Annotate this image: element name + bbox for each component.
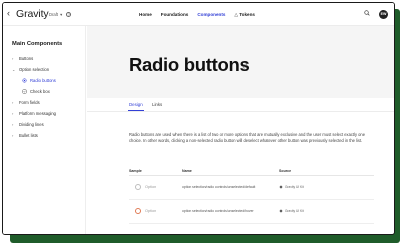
nav-tokens[interactable]: △ Tokens: [234, 12, 255, 18]
page-hero: Radio buttons: [87, 26, 394, 98]
app-logo[interactable]: Gravity: [16, 8, 49, 20]
sidebar: Main Components › Buttons ⌄ Option selec…: [3, 26, 86, 234]
table-header: Sample Name Source: [129, 168, 374, 176]
top-navigation-bar: ‹ Gravity Draft ▾ ? Home Foundations Com…: [3, 3, 394, 26]
primary-nav: Home Foundations Components △ Tokens: [139, 12, 255, 18]
tab-design[interactable]: Design: [129, 102, 143, 107]
source-label: Gravity UI Kit: [285, 184, 304, 189]
page-tabs: Design Links: [87, 98, 394, 112]
figma-icon: [279, 184, 283, 189]
chevron-right-icon: ›: [12, 122, 14, 127]
nav-tokens-label: Tokens: [239, 12, 255, 17]
avatar[interactable]: EW: [379, 10, 388, 19]
sidebar-subitem-label: Radio buttons: [30, 78, 56, 83]
app-window: ‹ Gravity Draft ▾ ? Home Foundations Com…: [2, 2, 395, 235]
component-name: option selection/radio controls/unselect…: [182, 208, 254, 213]
component-description: Radio buttons are used when there is a l…: [129, 132, 365, 144]
column-header-sample: Sample: [129, 169, 142, 173]
back-chevron-icon[interactable]: ‹: [7, 8, 10, 18]
component-source[interactable]: Gravity UI Kit: [279, 209, 304, 213]
sidebar-subitem-radio-buttons[interactable]: Radio buttons: [22, 78, 56, 83]
source-label: Gravity UI Kit: [285, 208, 304, 213]
sidebar-item-label: Dividing lines: [19, 122, 44, 127]
sidebar-item-option-selection[interactable]: ⌄ Option selection: [12, 67, 49, 72]
sidebar-item-label: Platform messaging: [19, 111, 57, 116]
chevron-down-icon: ⌄: [12, 67, 16, 72]
nav-foundations[interactable]: Foundations: [161, 12, 189, 18]
checkbox-icon: [22, 89, 27, 94]
chevron-down-icon: ▾: [60, 12, 63, 17]
sidebar-item-label: Form fields: [19, 100, 40, 105]
sidebar-title: Main Components: [12, 41, 63, 47]
tab-links[interactable]: Links: [152, 102, 162, 107]
table-row: Option option selection/radio controls/u…: [129, 176, 374, 200]
radio-sample-default[interactable]: [135, 184, 141, 190]
component-name: option selection/radio controls/unselect…: [182, 184, 256, 189]
table-row: Option option selection/radio controls/u…: [129, 200, 374, 224]
sidebar-item-label: Buttons: [19, 56, 34, 61]
chevron-right-icon: ›: [12, 56, 14, 61]
figma-icon: [279, 208, 283, 213]
version-label: Draft: [49, 12, 59, 17]
version-selector[interactable]: Draft ▾ ?: [49, 12, 72, 17]
nav-home[interactable]: Home: [139, 12, 152, 18]
sidebar-item-buttons[interactable]: › Buttons: [12, 56, 33, 61]
sample-label: Option: [145, 184, 157, 189]
column-header-name: Name: [182, 169, 192, 173]
search-icon[interactable]: [364, 10, 370, 16]
chevron-right-icon: ›: [12, 111, 14, 116]
nav-components[interactable]: Components: [197, 12, 225, 18]
radio-icon: [22, 78, 27, 83]
sample-label: Option: [145, 208, 157, 213]
sidebar-item-dividing-lines[interactable]: › Dividing lines: [12, 122, 44, 127]
component-source[interactable]: Gravity UI Kit: [279, 185, 304, 189]
chevron-right-icon: ›: [12, 133, 14, 138]
page-title: Radio buttons: [129, 54, 250, 75]
sidebar-item-label: Option selection: [19, 67, 50, 72]
help-icon[interactable]: ?: [66, 12, 72, 17]
tabs-divider: [87, 111, 394, 112]
sidebar-item-platform-messaging[interactable]: › Platform messaging: [12, 111, 56, 116]
sidebar-subitem-check-box[interactable]: Check box: [22, 89, 50, 94]
sidebar-item-label: Bullet lists: [19, 133, 38, 138]
link-icon[interactable]: [242, 63, 248, 69]
radio-sample-hover[interactable]: [135, 208, 141, 214]
column-header-source: Source: [279, 169, 292, 173]
sidebar-item-form-fields[interactable]: › Form fields: [12, 100, 40, 105]
chevron-right-icon: ›: [12, 100, 14, 105]
sidebar-subitem-label: Check box: [30, 89, 50, 94]
sidebar-item-bullet-lists[interactable]: › Bullet lists: [12, 133, 38, 138]
